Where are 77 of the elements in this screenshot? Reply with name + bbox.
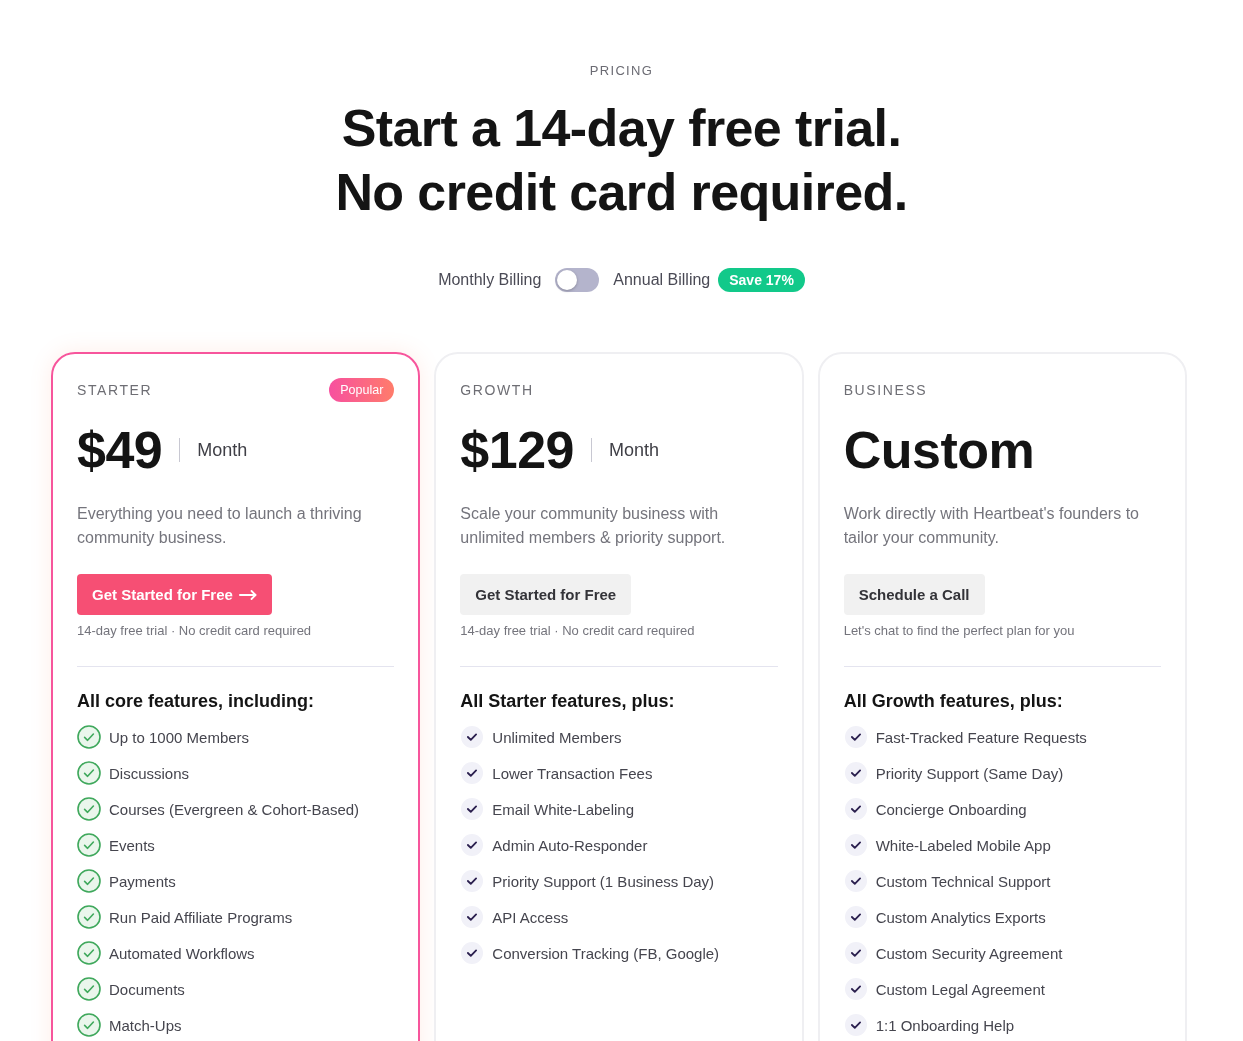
plan-name: BUSINESS xyxy=(843,382,928,398)
feature-item: Fast-Tracked Feature Requests xyxy=(875,728,1087,746)
feature-item: Discussions xyxy=(109,764,190,782)
feature-item: Custom Legal Agreement xyxy=(875,980,1045,998)
plan-action-button[interactable]: Get Started for Free xyxy=(460,574,632,615)
plan-price: Custom xyxy=(843,422,1035,478)
feature-item: Lower Transaction Fees xyxy=(492,764,653,782)
check-icon xyxy=(844,726,867,748)
feature-item: Match-Ups xyxy=(109,1016,182,1034)
feature-item: Documents xyxy=(109,980,185,998)
check-icon xyxy=(844,798,867,820)
feature-item: Payments xyxy=(109,872,176,890)
popular-badge: Popular xyxy=(329,378,395,402)
features-heading: All Starter features, plus: xyxy=(460,690,675,713)
check-circle-icon xyxy=(77,761,101,785)
check-icon xyxy=(844,942,867,964)
feature-item: Courses (Evergreen & Cohort-Based) xyxy=(109,800,360,818)
section-eyebrow: PRICING xyxy=(589,62,654,80)
feature-item: Custom Technical Support xyxy=(875,872,1051,890)
page-headline: Start a 14-day free trial. No credit card required. xyxy=(335,98,908,223)
monthly-billing-label: Monthly Billing xyxy=(438,271,542,289)
plan-name: GROWTH xyxy=(460,382,534,398)
feature-item: Conversion Tracking (FB, Google) xyxy=(492,944,720,962)
check-icon xyxy=(844,906,867,928)
check-icon xyxy=(844,762,867,784)
check-icon xyxy=(461,870,484,892)
button-note: 14-day free trial · No credit card required xyxy=(77,622,312,640)
feature-item: Custom Security Agreement xyxy=(875,944,1063,962)
check-icon xyxy=(461,762,484,784)
feature-item: Automated Workflows xyxy=(109,944,255,962)
button-note: 14-day free trial · No credit card required xyxy=(460,622,695,640)
billing-toggle[interactable] xyxy=(555,268,600,292)
check-circle-icon xyxy=(77,1013,101,1037)
check-icon xyxy=(844,1014,867,1036)
check-icon xyxy=(844,834,867,856)
plan-description: Work directly with Heartbeat's founders to tailor your community. xyxy=(843,504,1140,548)
check-circle-icon xyxy=(77,833,101,857)
plan-price: $129 xyxy=(460,422,574,478)
billing-period: Month xyxy=(197,439,248,461)
arrow-right-icon xyxy=(238,589,257,600)
feature-item: Run Paid Affiliate Programs xyxy=(109,908,293,926)
check-circle-icon xyxy=(77,869,101,893)
check-icon xyxy=(461,906,484,928)
check-icon xyxy=(461,942,484,964)
feature-item: Concierge Onboarding xyxy=(875,800,1027,818)
feature-item: White-Labeled Mobile App xyxy=(875,836,1051,854)
feature-item: Up to 1000 Members xyxy=(109,728,250,746)
feature-item: Admin Auto-Responder xyxy=(492,836,648,854)
annual-billing-label: Annual Billing xyxy=(613,271,711,289)
features-heading: All Growth features, plus: xyxy=(843,690,1063,713)
feature-item: 1:1 Onboarding Help xyxy=(875,1016,1015,1034)
feature-item: Custom Analytics Exports xyxy=(875,908,1046,926)
check-circle-icon xyxy=(77,977,101,1001)
check-icon xyxy=(461,726,484,748)
feature-item: Email White-Labeling xyxy=(492,800,635,818)
plan-description: Everything you need to launch a thriving community business. xyxy=(77,504,363,548)
check-icon xyxy=(461,834,484,856)
feature-item: Priority Support (1 Business Day) xyxy=(492,872,715,890)
features-heading: All core features, including: xyxy=(77,690,315,713)
plan-action-button[interactable]: Schedule a Call xyxy=(843,574,985,615)
check-circle-icon xyxy=(77,905,101,929)
check-icon xyxy=(844,978,867,1000)
check-circle-icon xyxy=(77,725,101,749)
feature-item: Events xyxy=(109,836,155,854)
feature-item: API Access xyxy=(492,908,569,926)
billing-period: Month xyxy=(609,439,660,461)
check-circle-icon xyxy=(77,941,101,965)
feature-item: Priority Support (Same Day) xyxy=(875,764,1064,782)
plan-price: $49 xyxy=(77,422,163,478)
check-icon xyxy=(844,870,867,892)
plan-description: Scale your community business with unlimited members & priority support. xyxy=(460,504,727,548)
check-circle-icon xyxy=(77,797,101,821)
check-icon xyxy=(461,798,484,820)
feature-item: Unlimited Members xyxy=(492,728,622,746)
button-note: Let's chat to find the perfect plan for you xyxy=(843,622,1075,640)
discount-badge: Save 17% xyxy=(718,268,805,292)
plan-name: STARTER xyxy=(77,382,153,398)
